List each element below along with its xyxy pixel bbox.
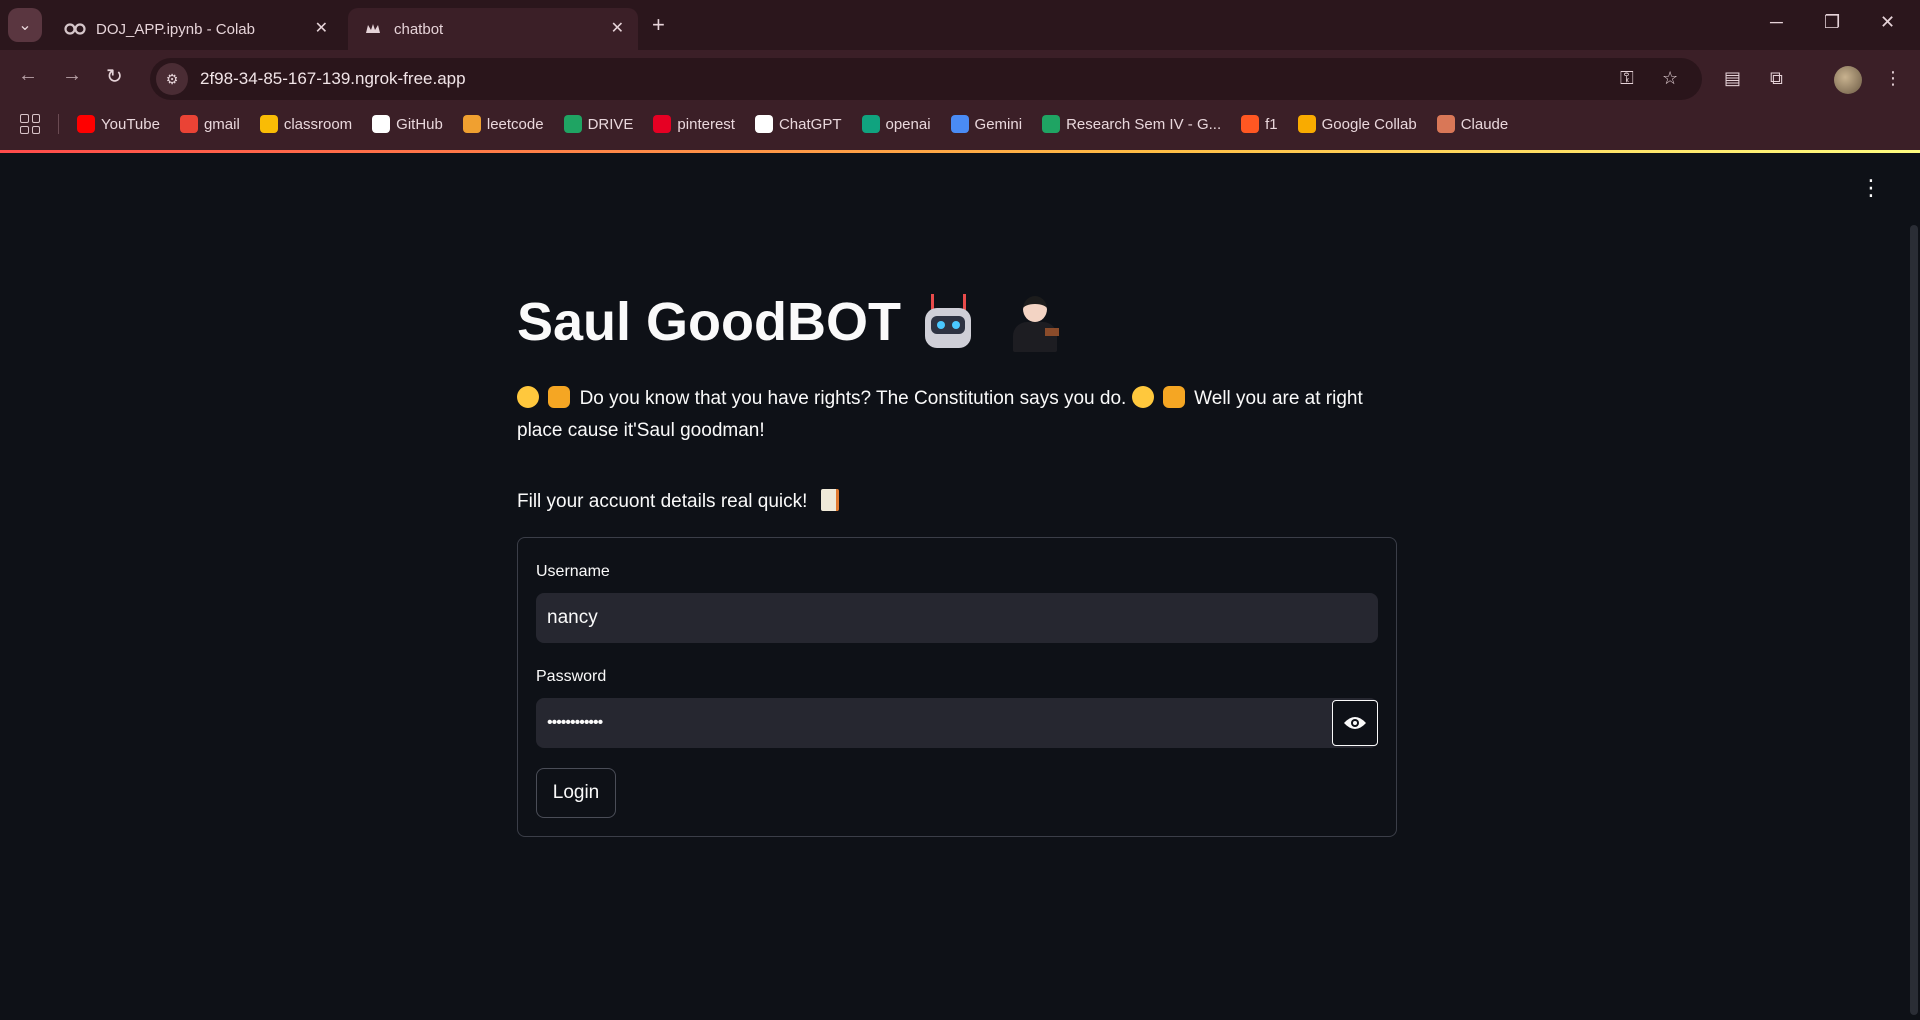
robot-icon xyxy=(919,294,977,350)
bookmark-favicon-icon xyxy=(259,115,278,133)
scrollbar[interactable] xyxy=(1910,225,1918,1015)
bookmark-chatgpt[interactable]: ChatGPT xyxy=(754,115,842,133)
url-text: 2f98-34-85-167-139.ngrok-free.app xyxy=(200,69,466,88)
bookmark-label: f1 xyxy=(1265,115,1278,133)
bookmark-favicon-icon xyxy=(1297,115,1316,133)
bookmark-label: pinterest xyxy=(677,115,735,133)
judge-icon xyxy=(1007,292,1063,352)
bookmark-favicon-icon xyxy=(372,115,391,133)
bookmark-github[interactable]: GitHub xyxy=(372,115,443,133)
bookmark-label: YouTube xyxy=(101,115,160,133)
page-title: Saul GoodBOT xyxy=(517,291,1063,353)
bookmark-favicon-icon xyxy=(563,115,582,133)
avatar[interactable] xyxy=(1834,66,1862,94)
close-window-icon[interactable]: ✕ xyxy=(1880,12,1895,33)
bookmark-label: gmail xyxy=(203,115,240,133)
apps-grid-icon[interactable] xyxy=(20,114,40,134)
bookmark-separator xyxy=(58,114,59,134)
app-content: ⋮ Saul GoodBOT Do you know that you have… xyxy=(0,153,1920,1020)
bookmark-favicon-icon xyxy=(1241,115,1260,133)
description-text: Do you know that you have rights? The Co… xyxy=(579,388,1127,409)
bookmark-pinterest[interactable]: pinterest xyxy=(653,115,735,133)
bookmark-favicon-icon xyxy=(462,115,481,133)
new-tab-button[interactable]: + xyxy=(652,12,665,38)
bookmark-openai[interactable]: openai xyxy=(861,115,931,133)
reload-icon[interactable]: ↻ xyxy=(106,64,123,89)
key-icon[interactable]: ⚿ xyxy=(1620,68,1634,89)
bookmark-label: leetcode xyxy=(486,115,544,133)
description: Do you know that you have rights? The Co… xyxy=(517,383,1397,447)
bookmark-label: Gemini xyxy=(974,115,1023,133)
star-icon[interactable]: ☆ xyxy=(1662,68,1678,89)
eye-icon xyxy=(1344,717,1366,729)
bookmark-favicon-icon xyxy=(179,115,198,133)
bookmark-label: classroom xyxy=(283,115,353,133)
smirk-face-icon xyxy=(1131,386,1154,408)
username-input[interactable]: nancy xyxy=(536,593,1378,643)
username-label: Username xyxy=(536,563,610,580)
bookmark-google-collab[interactable]: Google Collab xyxy=(1297,115,1417,133)
bookmark-label: DRIVE xyxy=(587,115,634,133)
app-menu-icon[interactable]: ⋮ xyxy=(1860,177,1882,199)
bookmark-classroom[interactable]: classroom xyxy=(259,115,353,133)
bookmark-label: GitHub xyxy=(396,115,443,133)
chevron-down-icon: ⌄ xyxy=(18,17,32,34)
bookmark-claude[interactable]: Claude xyxy=(1436,115,1509,133)
reading-list-icon[interactable]: ▤ xyxy=(1724,68,1741,89)
bookmark-gmail[interactable]: gmail xyxy=(179,115,240,133)
close-icon[interactable]: ✕ xyxy=(611,18,624,38)
memo-icon xyxy=(820,489,839,511)
bookmarks-bar: YouTube gmail classroom GitHub leetcode DRIVE… xyxy=(0,100,1920,148)
bookmark-label: ChatGPT xyxy=(778,115,842,133)
menu-icon[interactable]: ⋮ xyxy=(1884,68,1902,89)
fist-icon xyxy=(548,386,571,408)
tab-search-button[interactable]: ⌄ xyxy=(8,8,42,42)
login-form: Username nancy Password •••••••••••• Log… xyxy=(517,537,1397,837)
password-input[interactable]: •••••••••••• xyxy=(536,698,1378,748)
fill-prompt-text: Fill your accuont details real quick! xyxy=(517,491,808,512)
site-info-icon[interactable]: ⚙ xyxy=(156,63,188,95)
bookmark-leetcode[interactable]: leetcode xyxy=(462,115,544,133)
bookmark-label: Research Sem IV - G... xyxy=(1066,115,1222,133)
login-button[interactable]: Login xyxy=(536,768,616,818)
fill-prompt: Fill your accuont details real quick! xyxy=(517,489,839,513)
bookmark-favicon-icon xyxy=(77,115,95,133)
browser-chrome: ⌄ DOJ_APP.ipynb - Colab ✕ chatbot ✕ + ─ … xyxy=(0,0,1920,150)
page-title-text: Saul GoodBOT xyxy=(517,292,901,352)
bookmark-favicon-icon xyxy=(950,115,969,133)
tab-title: chatbot xyxy=(394,20,444,38)
bookmark-label: Claude xyxy=(1460,115,1509,133)
forward-icon[interactable]: → xyxy=(62,64,82,87)
bookmark-favicon-icon xyxy=(1042,115,1061,133)
minimize-icon[interactable]: ─ xyxy=(1770,12,1783,33)
password-label: Password xyxy=(536,668,607,685)
address-row: ← → ↻ ⚙ 2f98-34-85-167-139.ngrok-free.ap… xyxy=(0,50,1920,100)
bookmark-drive[interactable]: DRIVE xyxy=(563,115,634,133)
tab-bar: ⌄ DOJ_APP.ipynb - Colab ✕ chatbot ✕ + ─ … xyxy=(0,0,1920,50)
bookmark-gemini[interactable]: Gemini xyxy=(950,115,1023,133)
bookmark-favicon-icon xyxy=(754,115,773,133)
bookmark-youtube[interactable]: YouTube xyxy=(77,115,160,133)
bookmark-favicon-icon xyxy=(1436,115,1455,133)
password-value: •••••••••••• xyxy=(547,714,603,731)
extensions-icon[interactable]: ⧉ xyxy=(1770,68,1783,89)
tab-colab[interactable]: DOJ_APP.ipynb - Colab ✕ xyxy=(50,8,342,50)
streamlit-icon xyxy=(362,21,384,37)
back-icon[interactable]: ← xyxy=(18,64,38,87)
address-bar[interactable]: ⚙ 2f98-34-85-167-139.ngrok-free.app xyxy=(150,58,1702,100)
pointing-up-icon xyxy=(1162,386,1185,408)
bookmark-f1[interactable]: f1 xyxy=(1241,115,1278,133)
restore-icon[interactable]: ❐ xyxy=(1824,12,1840,33)
bookmark-favicon-icon xyxy=(653,115,672,133)
tab-title: DOJ_APP.ipynb - Colab xyxy=(96,20,255,38)
bookmark-research-sem-iv-g[interactable]: Research Sem IV - G... xyxy=(1042,115,1221,133)
tab-chatbot[interactable]: chatbot ✕ xyxy=(348,8,638,50)
bookmark-favicon-icon xyxy=(861,115,880,133)
astonished-face-icon xyxy=(517,386,539,408)
show-password-button[interactable] xyxy=(1332,700,1378,746)
bookmark-label: openai xyxy=(885,115,931,133)
colab-icon xyxy=(64,21,86,37)
close-icon[interactable]: ✕ xyxy=(315,18,328,38)
bookmark-label: Google Collab xyxy=(1321,115,1417,133)
